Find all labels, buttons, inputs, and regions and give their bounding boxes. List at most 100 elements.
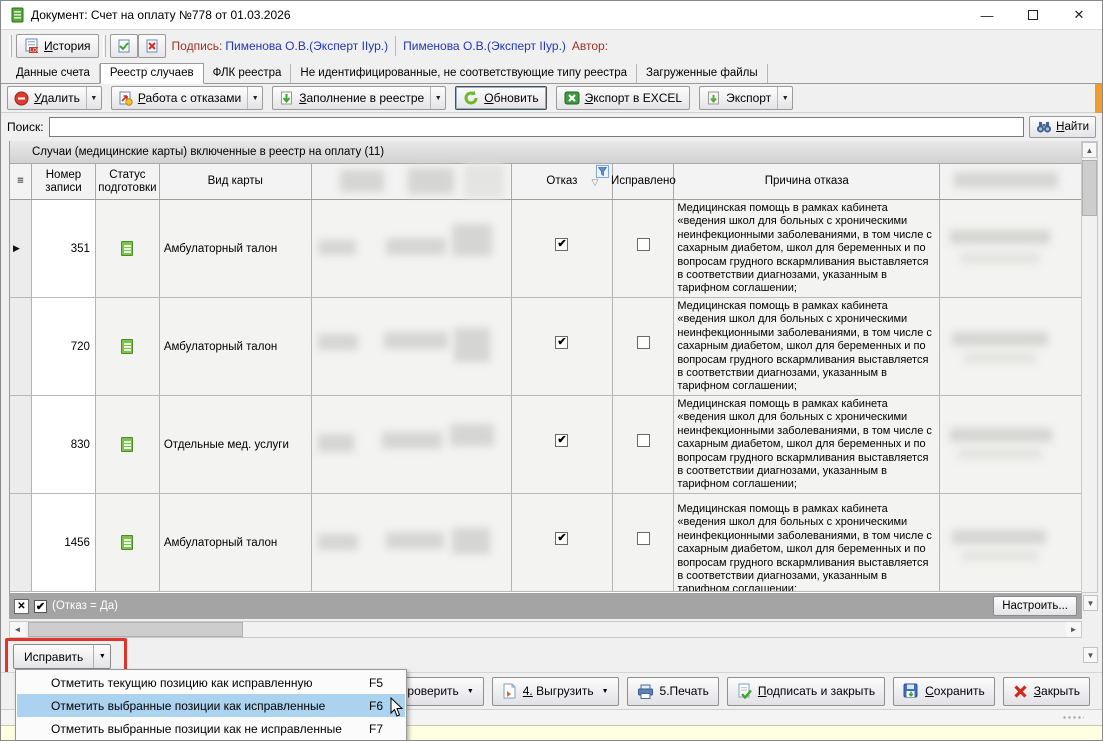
fix-row: Исправить ▼ [1, 642, 1102, 672]
filter-configure-button[interactable]: Настроить... [993, 596, 1077, 616]
shortcut-f7: F7 [369, 722, 383, 736]
prep-status-icon [121, 535, 133, 550]
redacted-cell [312, 494, 512, 591]
sign-approve-button[interactable] [110, 34, 138, 58]
refusals-button[interactable]: Работа с отказами ▼ [111, 86, 263, 110]
redacted-cell [312, 298, 512, 395]
sign-reject-button[interactable] [138, 34, 166, 58]
menu-item-mark-current-corrected[interactable]: Отметить текущию позицию как исправленну… [17, 671, 405, 694]
refresh-button[interactable]: Обновить [455, 86, 546, 110]
filter-clear-button[interactable]: ✕ [14, 599, 29, 614]
save-button[interactable]: Сохранить [893, 677, 995, 706]
export-button[interactable]: Экспорт ▼ [699, 86, 793, 110]
tab-strip: Данные счета Реестр случаев ФЛК реестра … [1, 61, 1102, 84]
tab-loaded-files[interactable]: Загруженные файлы [637, 64, 768, 83]
scroll-left-button[interactable]: ◄ [10, 622, 25, 637]
print-button[interactable]: 5.Печать [627, 677, 719, 706]
delete-dropdown-arrow[interactable]: ▼ [86, 87, 101, 109]
history-label: История [44, 39, 91, 53]
vertical-scroll-thumb[interactable] [1082, 160, 1097, 216]
col-corrected[interactable]: Исправлено [613, 164, 674, 199]
card-type: Амбулаторный талон [160, 200, 312, 297]
col-redacted-1[interactable] [312, 164, 512, 199]
prep-status-icon [121, 437, 133, 452]
fill-registry-dropdown-arrow[interactable]: ▼ [430, 87, 445, 109]
col-prep-status[interactable]: Статус подготовки [96, 164, 160, 199]
record-number: 1456 [32, 494, 96, 591]
col-refusal[interactable]: Отказ ▽ [512, 164, 614, 199]
corrected-checkbox[interactable] [637, 336, 650, 349]
check-dropdown-arrow[interactable]: ▼ [467, 688, 474, 695]
export-excel-button[interactable]: Экспорт в EXCEL [556, 86, 690, 110]
row-selector-header[interactable]: ≡ [10, 164, 32, 199]
toolbar-grip [103, 35, 106, 57]
history-icon: LOG [24, 38, 40, 54]
tab-invoice-data[interactable]: Данные счета [7, 64, 100, 83]
author-label: Автор: [572, 39, 608, 53]
history-button[interactable]: LOG История [16, 34, 99, 58]
refusal-reason: Медицинская помощь в рамках кабинета «ве… [674, 494, 940, 591]
redacted-cell [940, 200, 1082, 297]
cases-table: Случаи (медицинские карты) включенные в … [9, 141, 1082, 593]
table-row[interactable]: 1456 Амбулаторный талон ✔ Медицинская по… [10, 494, 1082, 592]
fix-button[interactable]: Исправить ▼ [13, 644, 111, 669]
card-type: Амбулаторный талон [160, 298, 312, 395]
menu-item-mark-selected-not-corrected[interactable]: Отметить выбранные позиции как не исправ… [17, 717, 405, 740]
sign-and-close-button[interactable]: Подписать и закрыть [727, 677, 885, 706]
svg-text:LOG: LOG [30, 48, 40, 54]
toolbar-grip [9, 35, 12, 57]
col-card-type[interactable]: Вид карты [160, 164, 312, 199]
scroll-right-button[interactable]: ► [1066, 622, 1081, 637]
tab-case-registry[interactable]: Реестр случаев [100, 63, 204, 84]
refresh-icon [463, 90, 479, 106]
upload-dropdown-arrow[interactable]: ▼ [602, 688, 609, 695]
col-redacted-2[interactable] [940, 164, 1082, 199]
corrected-checkbox[interactable] [637, 532, 650, 545]
close-button[interactable]: ✕ [1056, 1, 1102, 29]
card-type: Отдельные мед. услуги [160, 396, 312, 493]
find-button[interactable]: Найти [1029, 116, 1096, 138]
refusal-checkbox[interactable]: ✔ [555, 532, 568, 545]
delete-button[interactable]: Удалить ▼ [7, 86, 102, 110]
fill-registry-button[interactable]: Заполнение в реестре ▼ [272, 86, 446, 110]
document-cross-alert-icon [146, 38, 158, 54]
col-reason[interactable]: Причина отказа [674, 164, 940, 199]
vertical-scrollbar[interactable]: ▲ [1081, 141, 1098, 593]
scroll-up-button[interactable]: ▲ [1082, 142, 1097, 158]
filter-enabled-checkbox[interactable]: ✔ [34, 600, 47, 613]
maximize-button[interactable] [1010, 1, 1056, 29]
export-dropdown-arrow[interactable]: ▼ [777, 87, 792, 109]
menu-item-mark-selected-corrected[interactable]: Отметить выбранные позиции как исправлен… [17, 694, 405, 717]
search-input[interactable] [49, 117, 1025, 137]
redacted-cell [940, 396, 1082, 493]
refusal-checkbox[interactable]: ✔ [555, 434, 568, 447]
search-label: Поиск: [7, 120, 44, 134]
horizontal-scrollbar[interactable]: ◄ ► [9, 621, 1082, 638]
toolbar-overflow-strip [1095, 84, 1102, 113]
scroll-down-button[interactable]: ▼ [1083, 595, 1098, 611]
table-row[interactable]: ▶ 351 Амбулаторный талон ✔ Медицинская п… [10, 200, 1082, 298]
filter-funnel-icon[interactable] [596, 165, 609, 178]
upload-button[interactable]: 4. Выгрузить ▼ [492, 677, 619, 706]
refusal-checkbox[interactable]: ✔ [555, 238, 568, 251]
refusals-dropdown-arrow[interactable]: ▼ [247, 87, 262, 109]
refusal-checkbox[interactable]: ✔ [555, 336, 568, 349]
corrected-checkbox[interactable] [637, 238, 650, 251]
redacted-cell [940, 298, 1082, 395]
record-number: 830 [32, 396, 96, 493]
app-icon [9, 7, 25, 23]
fix-dropdown-arrow[interactable]: ▼ [93, 645, 110, 668]
close-form-button[interactable]: Закрыть [1003, 677, 1090, 706]
fix-context-menu: Отметить текущию позицию как исправленну… [15, 669, 407, 741]
corrected-checkbox[interactable] [637, 434, 650, 447]
table-row[interactable]: 720 Амбулаторный талон ✔ Медицинская пом… [10, 298, 1082, 396]
minimize-button[interactable]: — [964, 1, 1010, 29]
table-row[interactable]: 830 Отдельные мед. услуги ✔ Медицинская … [10, 396, 1082, 494]
tab-unidentified[interactable]: Не идентифицированные, не соответствующи… [291, 64, 637, 83]
printer-icon [637, 684, 654, 699]
tab-flk-registry[interactable]: ФЛК реестра [204, 64, 292, 83]
refusal-reason: Медицинская помощь в рамках кабинета «ве… [674, 396, 940, 493]
horizontal-scroll-thumb[interactable] [28, 622, 243, 637]
shortcut-f5: F5 [369, 676, 383, 690]
col-record-number[interactable]: Номер записи [32, 164, 96, 199]
